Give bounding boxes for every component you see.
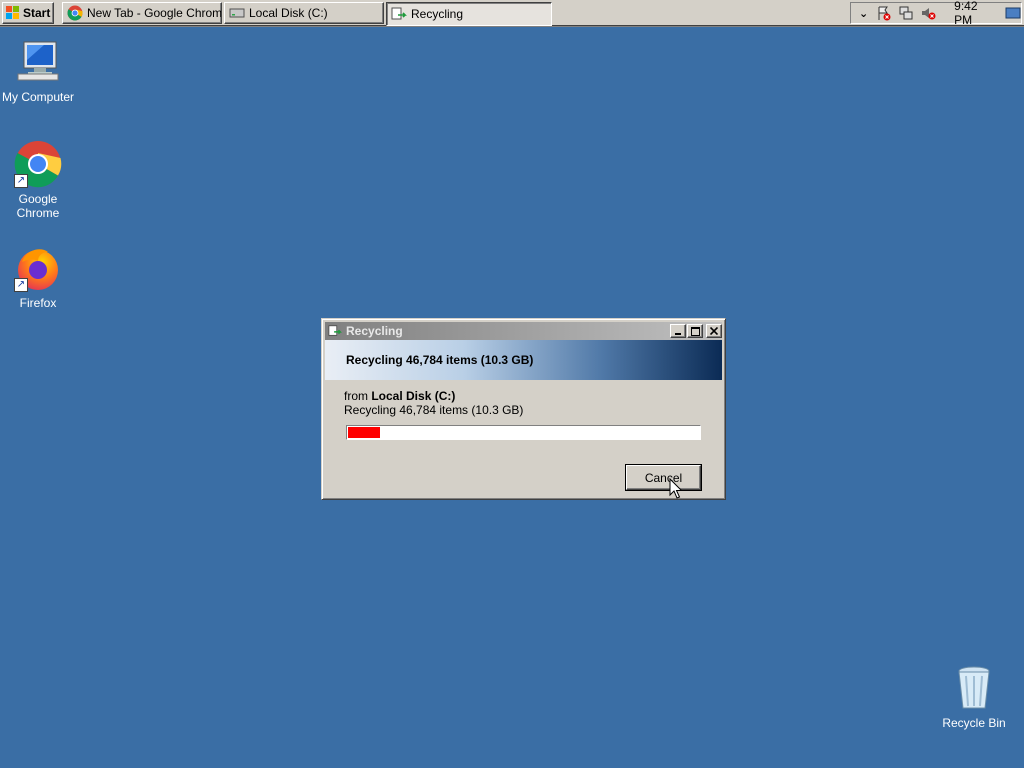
shortcut-arrow-icon: ↗ — [14, 174, 28, 188]
shortcut-arrow-icon: ↗ — [14, 278, 28, 292]
maximize-icon — [690, 326, 700, 336]
windows-flag-icon — [6, 6, 20, 20]
window-controls — [669, 324, 722, 338]
from-prefix: from — [344, 389, 368, 403]
firefox-icon: ↗ — [14, 244, 62, 292]
clock[interactable]: 9:42 PM — [954, 0, 991, 27]
volume-muted-icon[interactable] — [920, 5, 936, 21]
chrome-icon: ↗ — [14, 140, 62, 188]
my-computer-icon — [14, 38, 62, 86]
desktop-icon-label: Firefox — [19, 296, 57, 310]
desktop-icon-google-chrome[interactable]: ↗ Google Chrome — [0, 140, 78, 220]
show-desktop-icon[interactable] — [1005, 5, 1021, 21]
minimize-icon — [675, 333, 681, 335]
taskbar-item-label: Local Disk (C:) — [249, 6, 328, 20]
mouse-cursor-icon — [669, 478, 683, 499]
drive-icon — [229, 8, 245, 18]
taskbar-item-label: New Tab - Google Chrome — [87, 6, 222, 20]
recycle-bin-icon — [950, 664, 998, 712]
minimize-button[interactable] — [670, 324, 686, 338]
desktop-icon-recycle-bin[interactable]: Recycle Bin — [934, 664, 1014, 730]
progress-bar — [346, 425, 701, 440]
desktop-icon-my-computer[interactable]: My Computer — [0, 38, 78, 104]
desktop-icon-label: Recycle Bin — [942, 716, 1006, 730]
start-button[interactable]: Start — [2, 2, 54, 24]
close-button[interactable] — [706, 324, 722, 338]
taskbar-item-local-disk[interactable]: Local Disk (C:) — [224, 2, 384, 24]
dialog-title: Recycling — [346, 324, 403, 338]
start-label: Start — [23, 6, 51, 20]
recycle-icon — [391, 7, 407, 20]
desktop-icon-label: Google Chrome — [16, 192, 60, 220]
cancel-button[interactable]: Cancel — [625, 464, 702, 491]
dialog-banner: Recycling 46,784 items (10.3 GB) — [325, 340, 722, 380]
dialog-titlebar[interactable]: Recycling — [325, 322, 722, 340]
action-center-flag-icon[interactable] — [876, 5, 892, 21]
show-hidden-icons-chevron[interactable]: ⌄ — [857, 5, 870, 21]
taskbar-item-label: Recycling — [411, 7, 464, 21]
detail-text: Recycling 46,784 items (10.3 GB) — [344, 403, 524, 417]
progress-fill — [348, 427, 380, 438]
desktop-icon-label: My Computer — [1, 90, 75, 104]
taskbar-item-chrome[interactable]: New Tab - Google Chrome — [62, 2, 222, 24]
system-tray: ⌄ 9:42 PM — [850, 0, 1022, 27]
taskbar: Start New Tab - Google Chrome Local Disk… — [0, 0, 1024, 27]
maximize-button[interactable] — [687, 324, 703, 338]
desktop-icon-firefox[interactable]: ↗ Firefox — [0, 244, 78, 310]
recycle-icon — [328, 325, 342, 336]
from-line: from Local Disk (C:) — [344, 389, 703, 403]
recycling-dialog: Recycling Recycling 46,784 items (10.3 G… — [321, 318, 726, 500]
network-icon[interactable] — [898, 5, 914, 21]
from-location: Local Disk (C:) — [371, 389, 456, 403]
chrome-icon — [67, 5, 83, 21]
dialog-body: from Local Disk (C:) Recycling 46,784 it… — [344, 389, 703, 417]
taskbar-item-recycling[interactable]: Recycling — [386, 2, 552, 26]
close-icon — [710, 327, 718, 335]
